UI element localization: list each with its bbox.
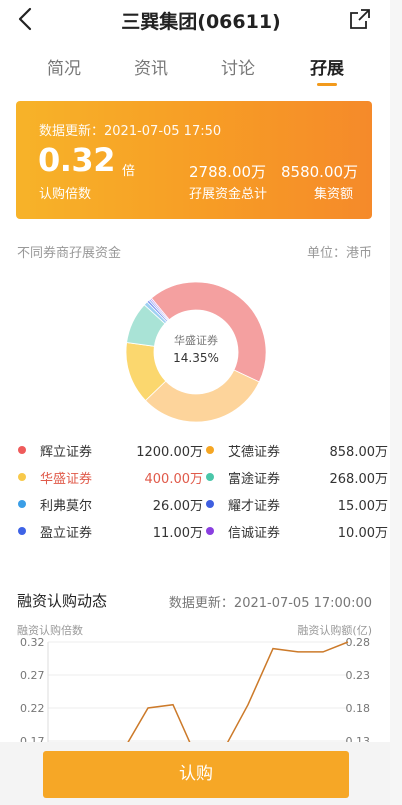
multiple-unit: 倍 (122, 164, 136, 179)
legend-item[interactable]: 信诚证券 10.00万 (206, 521, 388, 543)
legend-dot (18, 446, 26, 454)
legend-value: 26.00万 (152, 499, 203, 514)
page-title: 三巽集团(06611) (121, 11, 281, 33)
subscription-multiple: 0.32 (38, 141, 115, 179)
left-tick-label: 0.27 (20, 669, 45, 682)
legend-value: 15.00万 (337, 499, 388, 514)
dynamics-update-time: 数据更新：2021-07-05 17:00:00 (168, 596, 372, 611)
donut-center-pct: 14.35% (173, 351, 219, 365)
legend-dot (206, 446, 214, 454)
dynamics-title: 融资认购动态 (17, 592, 108, 610)
tab-bar: 简况 资讯 讨论 孖展 (0, 54, 402, 90)
legend-item[interactable]: 耀才证券 15.00万 (206, 494, 388, 516)
legend-name: 富途证券 (228, 472, 281, 487)
right-tick-label: 0.28 (346, 636, 371, 649)
legend-item[interactable]: 利弗莫尔 26.00万 (18, 494, 203, 516)
tab-overview[interactable]: 简况 (34, 54, 94, 79)
fundraise-value: 8580.00万 (281, 163, 359, 181)
legend-item[interactable]: 华盛证券 400.00万 (18, 467, 203, 489)
legend-dot (18, 500, 26, 508)
legend-value: 1200.00万 (136, 445, 203, 460)
legend-dot (18, 527, 26, 535)
share-icon[interactable] (348, 7, 372, 31)
legend-dot (206, 500, 214, 508)
legend-name: 利弗莫尔 (40, 499, 93, 514)
legend-name: 耀才证券 (228, 499, 281, 514)
donut-center-name: 华盛证券 (174, 333, 218, 347)
legend-value: 268.00万 (329, 472, 389, 487)
margin-total-value: 2788.00万 (189, 163, 267, 181)
legend-name: 信诚证券 (228, 526, 281, 541)
tab-news[interactable]: 资讯 (121, 54, 181, 79)
multiple-label: 认购倍数 (39, 187, 92, 202)
legend-dot (206, 473, 214, 481)
app-header: 三巽集团(06611) (0, 0, 402, 40)
broker-donut-chart[interactable]: 华盛证券 14.35% (116, 272, 276, 432)
subscription-line-chart: 0.32 0.280.27 0.230.22 0.180.17 0.13 (20, 636, 371, 745)
right-tick-label: 0.23 (346, 669, 371, 682)
legend-name: 艾德证券 (228, 445, 281, 460)
legend-value: 10.00万 (337, 526, 388, 541)
legend-item[interactable]: 艾德证券 858.00万 (206, 440, 388, 462)
scrollbar-track (390, 0, 402, 805)
subscription-summary-card: 数据更新：2021-07-05 17:50 0.32 倍 认购倍数 2788.0… (16, 101, 372, 219)
legend-name: 盈立证券 (40, 526, 93, 541)
subscribe-button[interactable]: 认购 (43, 751, 349, 798)
legend-value: 858.00万 (329, 445, 389, 460)
legend-item[interactable]: 富途证券 268.00万 (206, 467, 388, 489)
broker-section-unit: 单位：港币 (306, 246, 372, 261)
legend-item[interactable]: 盈立证券 11.00万 (18, 521, 203, 543)
legend-dot (206, 527, 214, 535)
legend-name: 辉立证券 (40, 445, 93, 460)
legend-value: 400.00万 (144, 472, 204, 487)
fundraise-label: 集资额 (314, 187, 354, 202)
broker-section-title: 不同券商孖展资金 (17, 246, 122, 261)
subscription-series-line (125, 641, 349, 745)
right-tick-label: 0.18 (346, 702, 371, 715)
banner-update-time: 数据更新：2021-07-05 17:50 (39, 124, 222, 139)
legend-item[interactable]: 辉立证券 1200.00万 (18, 440, 203, 462)
left-tick-label: 0.32 (20, 636, 45, 649)
active-tab-indicator (317, 83, 337, 86)
margin-total-label: 孖展资金总计 (189, 187, 268, 202)
legend-name: 华盛证券 (40, 472, 93, 487)
tab-discussion[interactable]: 讨论 (208, 54, 268, 79)
tab-margin[interactable]: 孖展 (297, 54, 357, 79)
legend-dot (18, 473, 26, 481)
legend-value: 11.00万 (152, 526, 203, 541)
left-tick-label: 0.22 (20, 702, 45, 715)
